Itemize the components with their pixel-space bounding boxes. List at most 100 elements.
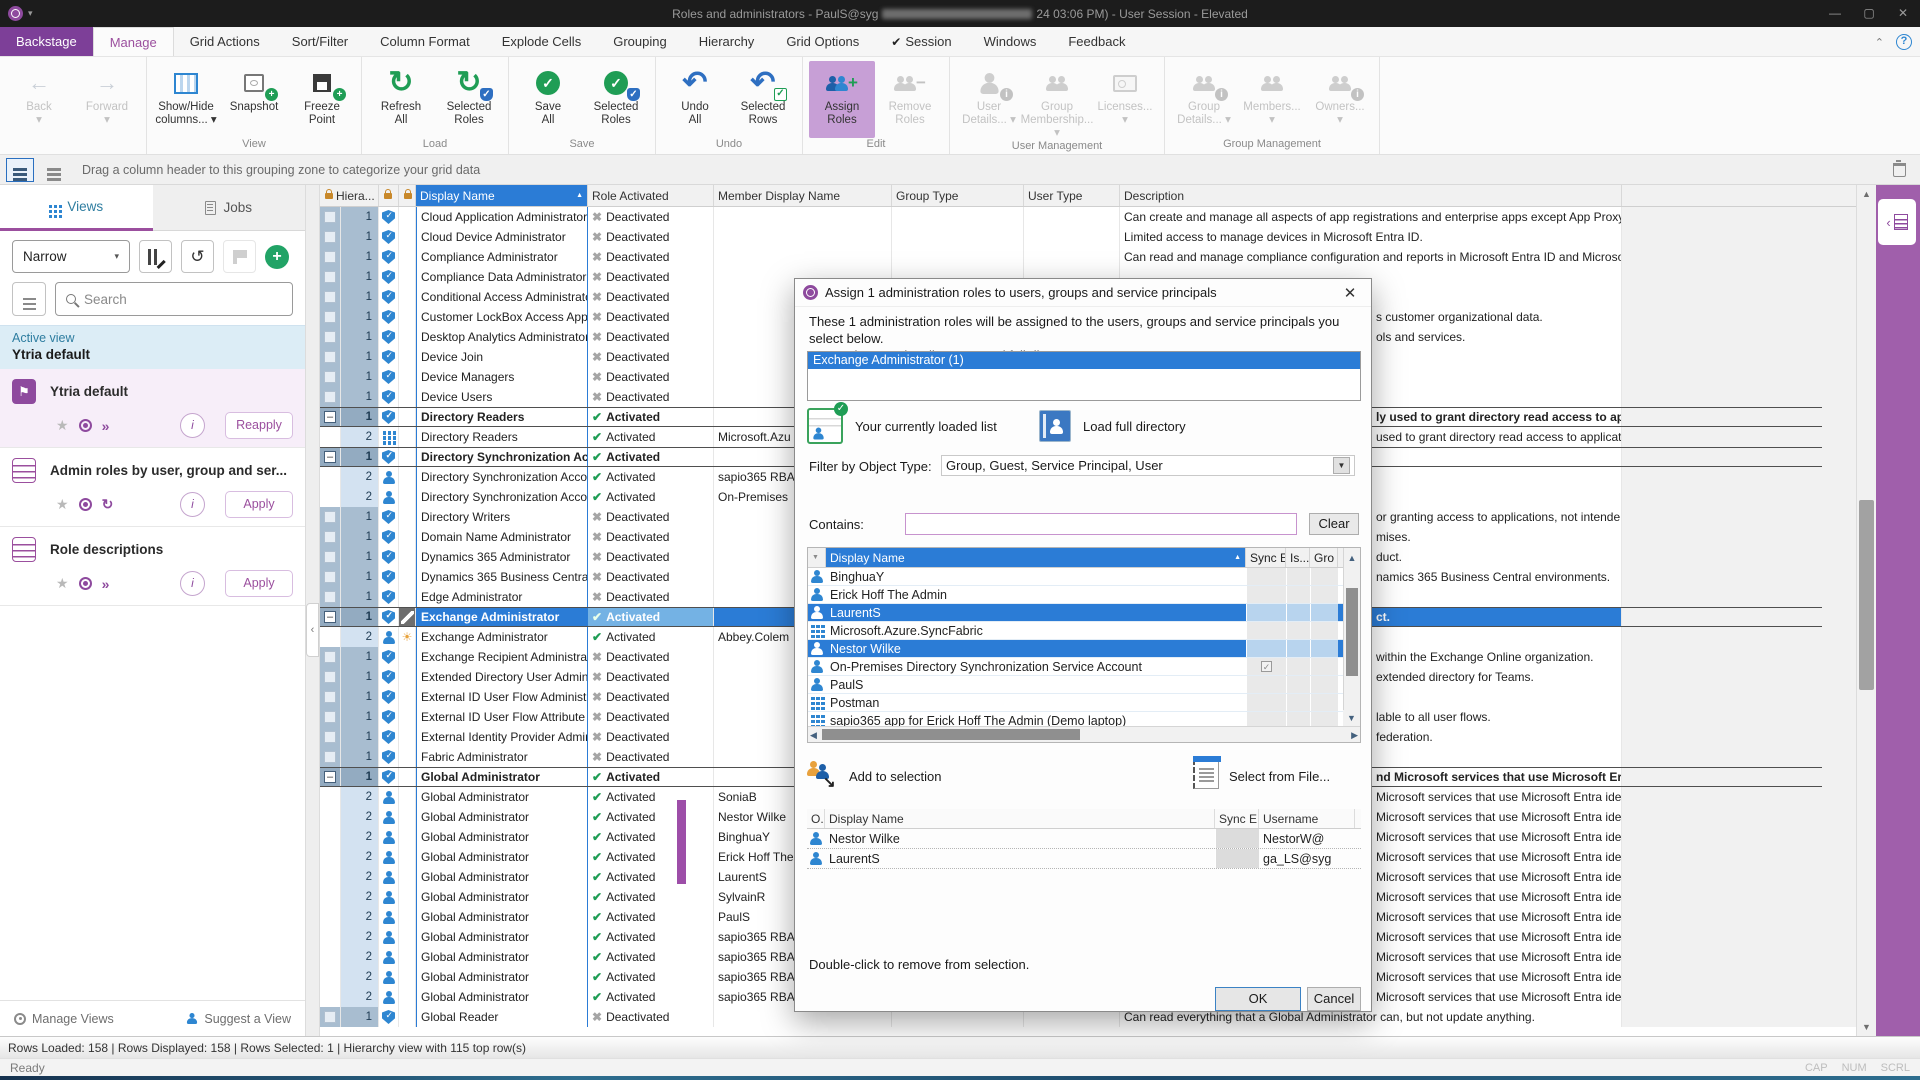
snapshot-button[interactable]: +Snapshot	[221, 61, 287, 138]
tab-explode-cells[interactable]: Explode Cells	[486, 27, 598, 56]
list-item[interactable]: Postman	[808, 694, 1360, 712]
row-checkbox[interactable]	[324, 231, 336, 243]
selection-column-sync-e-[interactable]: Sync E...	[1215, 809, 1259, 828]
load-full-directory-option[interactable]: Load full directory	[1039, 410, 1186, 442]
column-header-description[interactable]: Description	[1120, 185, 1622, 206]
row-checkbox[interactable]	[324, 1011, 336, 1023]
tab-views[interactable]: Views	[0, 185, 153, 231]
selected-roles-listbox[interactable]: Exchange Administrator (1)	[807, 351, 1361, 401]
tab-session[interactable]: ✔Session	[875, 27, 967, 56]
info-button[interactable]: i	[180, 492, 205, 517]
tab-manage[interactable]: Manage	[93, 27, 174, 56]
undo-all-button[interactable]: ↶UndoAll	[662, 61, 728, 138]
row-checkbox[interactable]	[324, 331, 336, 343]
show-hide-columns-button[interactable]: Show/Hidecolumns... ▾	[153, 61, 219, 138]
search-input[interactable]: Search	[55, 282, 293, 316]
column-header-role-activated[interactable]: Role Activated	[588, 185, 714, 206]
row-checkbox[interactable]	[324, 591, 336, 603]
remove-roles-button[interactable]: −RemoveRoles	[877, 61, 943, 138]
list-vertical-scrollbar[interactable]	[1343, 568, 1360, 726]
column-header-member-display-name[interactable]: Member Display Name	[714, 185, 892, 206]
selected-roles-button[interactable]: ↻✓SelectedRoles	[436, 61, 502, 138]
reset-button[interactable]: ↺	[181, 240, 214, 273]
scroll-up-icon[interactable]: ▲	[1343, 548, 1360, 568]
view-item[interactable]: Role descriptions★»iApply	[0, 527, 305, 606]
row-checkbox[interactable]	[324, 371, 336, 383]
list-item[interactable]: Erick Hoff The Admin	[808, 586, 1360, 604]
list-item[interactable]: Nestor Wilke	[808, 640, 1360, 658]
list-column-is-[interactable]: Is...	[1286, 548, 1310, 567]
ok-button[interactable]: OK	[1215, 987, 1301, 1011]
collapse-sidebar-button[interactable]: ‹	[306, 603, 319, 657]
list-item[interactable]: Microsoft.Azure.SyncFabric	[808, 622, 1360, 640]
row-checkbox[interactable]	[324, 551, 336, 563]
list-horizontal-scrollbar[interactable]: ◀▶	[808, 726, 1360, 742]
list-item[interactable]: PaulS	[808, 676, 1360, 694]
collapse-icon[interactable]: –	[324, 611, 336, 623]
row-checkbox[interactable]	[324, 511, 336, 523]
reapply-button[interactable]: Reapply	[225, 412, 293, 439]
filter-button[interactable]	[12, 282, 46, 316]
star-icon[interactable]: ★	[56, 575, 69, 592]
add-view-button[interactable]: +	[265, 245, 289, 269]
table-row[interactable]: 1Compliance Administrator✖DeactivatedCan…	[320, 247, 1856, 267]
list-item[interactable]: LaurentS	[808, 604, 1360, 622]
row-checkbox[interactable]	[324, 351, 336, 363]
star-icon[interactable]: ★	[56, 417, 69, 434]
tab-hierarchy[interactable]: Hierarchy	[683, 27, 771, 56]
manage-views-button[interactable]: Manage Views	[14, 1012, 114, 1026]
licenses-button[interactable]: Licenses...▾	[1092, 61, 1158, 140]
selected-roles-button[interactable]: ✓✓SelectedRoles	[583, 61, 649, 138]
star-icon[interactable]: ★	[56, 496, 69, 513]
minimize-button[interactable]: —	[1818, 0, 1852, 27]
back-button[interactable]: ←Back▾	[6, 61, 72, 138]
freeze-point-button[interactable]: +FreezePoint	[289, 61, 355, 138]
tab-sort-filter[interactable]: Sort/Filter	[276, 27, 364, 56]
tab-grid-actions[interactable]: Grid Actions	[174, 27, 276, 56]
save-view-button[interactable]	[223, 240, 256, 273]
column-header-group-type[interactable]: Group Type	[892, 185, 1024, 206]
group-details-button[interactable]: iGroupDetails... ▾	[1171, 61, 1237, 138]
selection-column-display-name[interactable]: Display Name	[825, 809, 1215, 828]
info-button[interactable]: i	[180, 413, 205, 438]
collapse-icon[interactable]: –	[324, 771, 336, 783]
collapse-icon[interactable]: –	[324, 411, 336, 423]
row-checkbox[interactable]	[324, 391, 336, 403]
list-item[interactable]: BinghuaY	[808, 568, 1360, 586]
trash-icon[interactable]	[1893, 163, 1906, 177]
row-checkbox[interactable]	[324, 311, 336, 323]
ytria-icon[interactable]	[79, 498, 92, 511]
tab-jobs[interactable]: Jobs	[153, 185, 306, 231]
save-all-button[interactable]: ✓SaveAll	[515, 61, 581, 138]
scroll-down-icon[interactable]: ▼	[1343, 710, 1360, 726]
selection-column-username[interactable]: Username	[1259, 809, 1355, 828]
cancel-button[interactable]: Cancel	[1307, 987, 1361, 1011]
select-from-file-icon[interactable]	[1193, 759, 1219, 789]
collapse-ribbon-icon[interactable]: ⌃	[1875, 36, 1884, 49]
row-checkbox[interactable]	[324, 751, 336, 763]
group-membership-button[interactable]: GroupMembership... ▾	[1024, 61, 1090, 140]
layout-toggle-rows-button[interactable]	[6, 158, 34, 182]
add-to-selection-label[interactable]: Add to selection	[849, 769, 942, 784]
row-checkbox[interactable]	[324, 211, 336, 223]
apply-button[interactable]: Apply	[225, 491, 293, 518]
row-checkbox[interactable]	[324, 531, 336, 543]
view-item[interactable]: ⚑Ytria default★»iReapply	[0, 369, 305, 448]
selected-role-item[interactable]: Exchange Administrator (1)	[808, 352, 1360, 369]
list-column-gro[interactable]: Gro	[1310, 548, 1338, 567]
clear-button[interactable]: Clear	[1309, 513, 1359, 535]
selection-column-o-[interactable]: O...	[807, 809, 825, 828]
assign-roles-button[interactable]: +AssignRoles	[809, 61, 875, 138]
column-header-display-name[interactable]: Display Name▲	[416, 185, 588, 206]
apply-button[interactable]: Apply	[225, 570, 293, 597]
column-header-lock[interactable]	[379, 185, 399, 206]
list-item[interactable]: On-Premises Directory Synchronization Se…	[808, 658, 1360, 676]
auto-icon[interactable]: ↻	[102, 496, 114, 513]
help-icon[interactable]: ?	[1896, 34, 1912, 50]
maximize-button[interactable]: ▢	[1852, 0, 1886, 27]
row-checkbox[interactable]	[324, 651, 336, 663]
list-column-sync-e-[interactable]: Sync E...	[1246, 548, 1286, 567]
tab-grouping[interactable]: Grouping	[597, 27, 682, 56]
tab-backstage[interactable]: Backstage	[0, 27, 93, 56]
refresh-all-button[interactable]: ↻RefreshAll	[368, 61, 434, 138]
